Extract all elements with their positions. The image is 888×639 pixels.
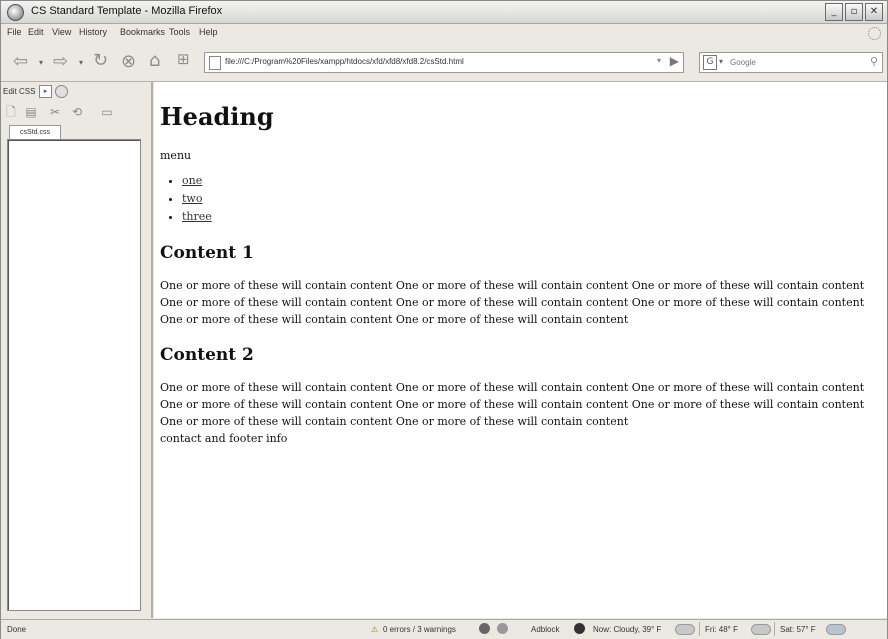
menu-history[interactable]: History xyxy=(79,27,107,37)
forward-history-dropdown[interactable]: ▾ xyxy=(79,58,83,67)
menu-edit[interactable]: Edit xyxy=(28,27,44,37)
magnifier-icon[interactable]: ⚲ xyxy=(870,55,878,68)
menu-link-three[interactable]: three xyxy=(182,210,212,223)
list-item: two xyxy=(182,190,881,208)
browser-window: CS Standard Template - Mozilla Firefox _… xyxy=(0,0,888,639)
title-bar: CS Standard Template - Mozilla Firefox _… xyxy=(1,1,887,24)
back-arrow-icon[interactable]: ⇦ xyxy=(13,51,28,72)
back-history-dropdown[interactable]: ▾ xyxy=(39,58,43,67)
edit-css-sidebar: Edit CSS ▸ 🗋 ▤ ✂ ⟲ ▭ csStd.css xyxy=(1,82,153,618)
stop-icon[interactable]: ⊗ xyxy=(121,51,136,72)
refresh-icon[interactable]: ⟲ xyxy=(69,104,85,120)
adblock-label[interactable]: Adblock xyxy=(531,625,559,634)
cloud-icon xyxy=(751,624,771,635)
globe-icon[interactable] xyxy=(574,623,585,634)
url-text[interactable]: file:///C:/Program%20Files/xampp/htdocs/… xyxy=(225,57,464,66)
status-bar: Done ⚠ 0 errors / 3 warnings Adblock Now… xyxy=(1,619,887,639)
warning-icon[interactable]: ⚠ xyxy=(371,625,378,634)
pane-icon[interactable]: ▭ xyxy=(99,104,115,120)
list-item: one xyxy=(182,172,881,190)
firefox-icon xyxy=(7,4,24,21)
menu-link-two[interactable]: two xyxy=(182,192,202,205)
list-item: three xyxy=(182,208,881,226)
go-arrow-icon[interactable]: ▶ xyxy=(670,54,679,68)
search-input[interactable] xyxy=(730,55,860,69)
content-2-title: Content 2 xyxy=(160,345,254,365)
menu-label: menu xyxy=(160,149,192,162)
search-box[interactable]: G ▾ ⚲ xyxy=(699,52,883,73)
sidebar-menu-button[interactable]: ▸ xyxy=(39,85,52,98)
save-file-icon[interactable]: ▤ xyxy=(23,104,39,120)
close-button[interactable]: ✕ xyxy=(865,3,883,21)
menu-file[interactable]: File xyxy=(7,27,22,37)
sidebar-title: Edit CSS xyxy=(3,87,36,96)
menu-help[interactable]: Help xyxy=(199,27,218,37)
open-file-icon[interactable]: 🗋 xyxy=(3,104,19,120)
status-separator xyxy=(774,622,775,636)
page-content: Heading menu one two three Content 1 One… xyxy=(154,82,887,618)
tab-csstd-css[interactable]: csStd.css xyxy=(9,125,61,139)
new-tab-icon[interactable]: ⊞ xyxy=(177,50,190,68)
navigation-toolbar: ⇦ ▾ ⇨ ▾ ↻ ⊗ ⌂ ⊞ file:///C:/Program%20Fil… xyxy=(1,43,887,82)
menu-bar: File Edit View History Bookmarks Tools H… xyxy=(1,24,887,42)
menu-view[interactable]: View xyxy=(52,27,71,37)
forward-arrow-icon[interactable]: ⇨ xyxy=(53,51,68,72)
cut-icon[interactable]: ✂ xyxy=(47,104,63,120)
minimize-button[interactable]: _ xyxy=(825,3,843,21)
content-1-text: One or more of these will contain conten… xyxy=(160,279,865,326)
reload-icon[interactable]: ↻ xyxy=(93,50,108,71)
css-editor-area[interactable] xyxy=(7,139,141,611)
cloud-icon xyxy=(826,624,846,635)
sidebar-close-icon[interactable] xyxy=(55,85,68,98)
sidebar-header: Edit CSS ▸ xyxy=(1,84,151,100)
footer-text: contact and footer info xyxy=(160,432,288,445)
sidebar-toolbar: 🗋 ▤ ✂ ⟲ ▭ xyxy=(3,102,149,122)
menu-link-one[interactable]: one xyxy=(182,174,202,187)
error-count[interactable]: 0 errors / 3 warnings xyxy=(383,625,456,634)
content-1-title: Content 1 xyxy=(160,243,254,263)
status-icon[interactable] xyxy=(479,623,490,634)
activity-throbber-icon xyxy=(868,27,881,40)
search-engine-dropdown[interactable]: ▾ xyxy=(719,57,723,66)
window-title: CS Standard Template - Mozilla Firefox xyxy=(31,5,223,17)
weather-fri[interactable]: Fri: 48° F xyxy=(705,625,738,634)
status-separator xyxy=(699,622,700,636)
home-icon[interactable]: ⌂ xyxy=(149,50,160,71)
search-engine-icon[interactable]: G xyxy=(703,55,717,70)
page-heading: Heading xyxy=(160,102,274,131)
weather-sat[interactable]: Sat: 57° F xyxy=(780,625,816,634)
content-2-text: One or more of these will contain conten… xyxy=(160,381,865,428)
cloud-icon xyxy=(675,624,695,635)
window-controls: _ ▫ ✕ xyxy=(825,3,883,21)
weather-now[interactable]: Now: Cloudy, 39° F xyxy=(593,625,661,634)
maximize-button[interactable]: ▫ xyxy=(845,3,863,21)
menu-list: one two three xyxy=(160,172,881,226)
menu-bookmarks[interactable]: Bookmarks xyxy=(120,27,165,37)
url-history-dropdown[interactable]: ▾ xyxy=(657,56,661,65)
menu-tools[interactable]: Tools xyxy=(169,27,190,37)
extension-icon[interactable] xyxy=(497,623,508,634)
page-icon xyxy=(209,56,221,70)
status-text: Done xyxy=(7,625,27,634)
address-bar[interactable]: file:///C:/Program%20Files/xampp/htdocs/… xyxy=(204,52,684,73)
